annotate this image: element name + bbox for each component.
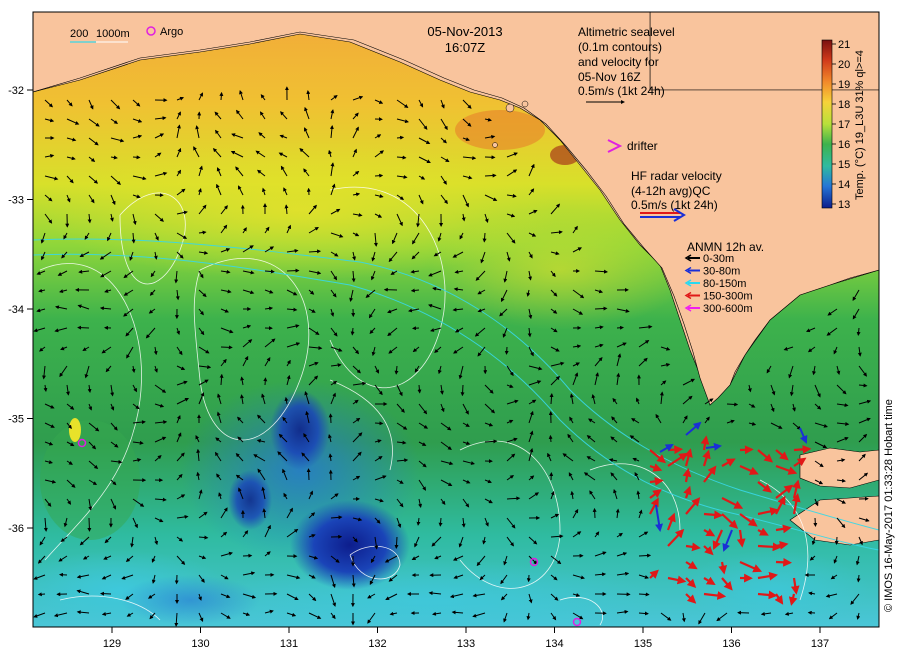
colorbar-tick-label: 15: [838, 159, 850, 171]
anmn-legend-title: ANMN 12h av.: [687, 240, 764, 254]
colorbar-tick-label: 20: [838, 59, 850, 71]
hf-radar-arrow: [793, 444, 812, 454]
velocity-arrow: [592, 507, 597, 519]
scale-200: 200: [70, 28, 88, 40]
velocity-arrow: [350, 327, 355, 336]
velocity-arrow: [417, 384, 422, 394]
imos-credit: © IMOS 16-May-2017 01:33:28 Hobart time: [883, 399, 895, 612]
velocity-arrow: [438, 517, 443, 527]
kangaroo-island: [799, 447, 879, 489]
velocity-arrow: [374, 421, 384, 426]
colorbar-tick-label: 16: [838, 139, 850, 151]
colorbar-tick-label: 19: [838, 79, 850, 91]
y-tick-label: -35: [8, 414, 24, 426]
velocity-arrow: [394, 536, 399, 549]
altimetry-legend-line-5: 0.5m/s (1kt 24h): [578, 84, 665, 98]
scale-1000m: 1000m: [96, 28, 130, 40]
velocity-arrow: [396, 135, 405, 140]
velocity-arrow: [132, 155, 141, 160]
y-tick-label: -32: [8, 85, 24, 97]
x-tick-label: 133: [457, 638, 475, 650]
x-axis-ticks: 129 130 131 132 133 134 135 136 137: [103, 627, 829, 650]
velocity-arrow: [638, 592, 650, 597]
colorbar-tick-label: 21: [838, 39, 850, 51]
velocity-arrow: [100, 591, 112, 596]
anmn-legend-label: 0-30m: [703, 253, 734, 265]
velocity-arrow: [813, 517, 818, 527]
y-axis-ticks: -32 -33 -34 -35 -36: [8, 85, 33, 535]
velocity-arrow: [504, 346, 509, 355]
colorbar-tick-label: 18: [838, 99, 850, 111]
velocity-arrow: [328, 413, 333, 424]
hf-radar-arrow: [739, 445, 754, 455]
velocity-arrow: [638, 611, 649, 616]
velocity-arrow: [263, 377, 268, 386]
velocity-arrow: [219, 91, 224, 101]
altimetry-legend-line-1: Altimetric sealevel: [578, 25, 675, 39]
hf-radar-legend-line-1: HF radar velocity: [631, 169, 722, 183]
velocity-arrow: [594, 306, 608, 311]
velocity-arrow: [834, 536, 839, 545]
velocity-arrow: [220, 345, 233, 350]
y-tick-label: -34: [8, 304, 24, 316]
hf-radar-arrow: [649, 477, 664, 486]
x-tick-label: 137: [811, 638, 829, 650]
colorbar-tick-label: 13: [838, 199, 850, 211]
map-date: 05-Nov-2013: [427, 24, 502, 39]
hf-radar-arrow: [703, 510, 723, 520]
anmn-legend-label: 30-80m: [703, 266, 740, 278]
velocity-arrow: [286, 268, 300, 273]
y-tick-label: -33: [8, 195, 24, 207]
velocity-arrow: [77, 325, 90, 330]
colorbar-label: Temp. (°C) 19_L3U 31% ql>=4: [854, 50, 866, 200]
velocity-arrow: [87, 517, 92, 532]
hf-radar-legend-line-2: (4-12h avg)QC: [631, 184, 711, 198]
velocity-arrow: [726, 402, 739, 407]
altimetry-legend-line-3: and velocity for: [578, 55, 659, 69]
x-tick-label: 129: [103, 638, 121, 650]
velocity-arrow: [374, 173, 384, 178]
altimetry-legend-line-2: (0.1m contours): [578, 40, 662, 54]
hf-radar-arrow: [775, 557, 792, 567]
x-tick-label: 134: [545, 638, 563, 650]
anmn-legend-label: 150-300m: [703, 291, 753, 303]
drifter-label: drifter: [627, 139, 658, 153]
temperature-colorbar: 21 20 19 18 17 16 15 14 13 Temp. (°C) 19_L3U 31%…: [821, 39, 866, 211]
map-time: 16:07Z: [445, 40, 486, 55]
velocity-arrow: [638, 553, 652, 558]
velocity-arrow: [484, 173, 497, 178]
y-tick-label: -36: [8, 523, 24, 535]
x-tick-label: 130: [191, 638, 209, 650]
hf-radar-arrow: [757, 590, 778, 600]
velocity-arrow: [548, 434, 553, 443]
argo-legend-label: Argo: [160, 26, 183, 38]
colorbar-tick-label: 14: [838, 179, 850, 191]
bathymetry-scale-legend: 200 1000m: [70, 28, 130, 43]
colorbar-scale: [821, 39, 833, 209]
velocity-arrow: [37, 592, 46, 597]
velocity-arrow: [616, 325, 624, 330]
anmn-legend-label: 300-600m: [703, 303, 753, 315]
map-plot-area: [33, 12, 879, 627]
ocean-temperature-map: 129 130 131 132 133 134 135 136 137 -32 -33 -34 -35…: [8, 11, 895, 650]
colorbar-tick-label: 17: [838, 119, 850, 131]
x-tick-label: 131: [280, 638, 298, 650]
velocity-arrow: [856, 327, 861, 336]
altimetry-legend-line-4: 05-Nov 16Z: [578, 70, 641, 84]
velocity-arrow: [460, 384, 465, 397]
velocity-arrow: [856, 574, 861, 583]
x-tick-label: 136: [722, 638, 740, 650]
x-tick-label: 132: [368, 638, 386, 650]
x-tick-label: 135: [634, 638, 652, 650]
velocity-arrow: [482, 232, 487, 243]
hf-radar-arrow: [667, 445, 684, 455]
velocity-arrow: [306, 468, 311, 481]
anmn-legend-label: 80-150m: [703, 278, 746, 290]
